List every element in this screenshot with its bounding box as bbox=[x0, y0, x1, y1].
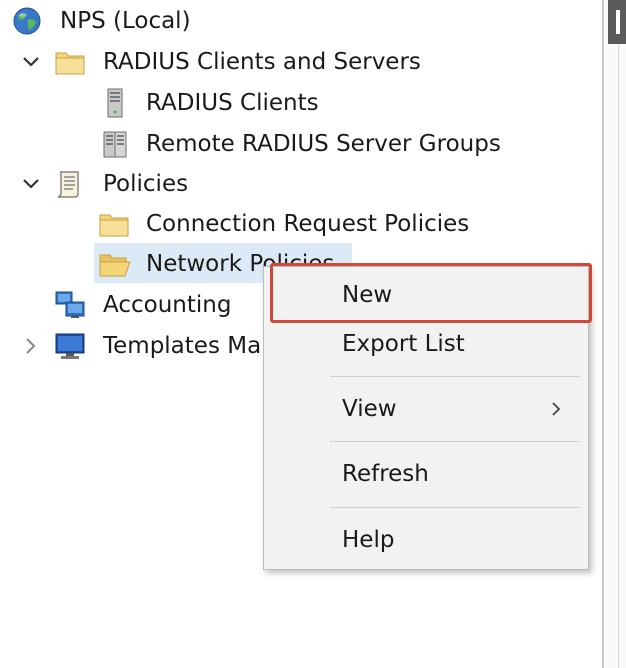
tree-node-label: Templates Management bbox=[103, 333, 262, 359]
menu-item-view[interactable]: View bbox=[264, 389, 588, 429]
tree-node-label: RADIUS Clients bbox=[146, 90, 319, 116]
chevron-down-icon[interactable] bbox=[20, 51, 42, 73]
tree-node-radius-clients[interactable]: RADIUS Clients bbox=[0, 86, 340, 120]
tree-node-label: Connection Request Policies bbox=[146, 211, 470, 237]
chevron-right-icon bbox=[550, 389, 562, 443]
tree-node-radius-clients-and-servers[interactable]: RADIUS Clients and Servers bbox=[0, 45, 440, 79]
folder-icon bbox=[98, 209, 129, 239]
folder-icon bbox=[54, 47, 85, 77]
menu-item-label: Help bbox=[342, 527, 395, 553]
tree-node-label: Remote RADIUS Server Groups bbox=[146, 131, 501, 157]
globe-icon bbox=[12, 6, 42, 36]
open-folder-icon bbox=[98, 249, 131, 279]
pane-divider bbox=[618, 44, 619, 668]
details-pane-header bbox=[608, 0, 626, 44]
tree-node-connection-request-policies[interactable]: Connection Request Policies bbox=[0, 207, 500, 241]
tree-node-label: Accounting bbox=[103, 292, 232, 318]
tree-node-label: RADIUS Clients and Servers bbox=[103, 49, 421, 75]
chevron-down-icon[interactable] bbox=[20, 173, 42, 195]
accounting-icon bbox=[54, 290, 85, 320]
policies-icon bbox=[54, 169, 84, 199]
tree-node-policies[interactable]: Policies bbox=[0, 167, 260, 201]
tree-node-accounting[interactable]: Accounting bbox=[0, 288, 262, 322]
menu-separator bbox=[330, 507, 580, 508]
menu-item-refresh[interactable]: Refresh bbox=[264, 454, 588, 494]
server-icon bbox=[100, 88, 130, 118]
menu-item-label: Export List bbox=[342, 331, 465, 357]
annotation-highlight-box bbox=[270, 263, 592, 323]
tree-node-templates-management[interactable]: Templates Management bbox=[0, 329, 262, 363]
monitor-icon bbox=[54, 331, 85, 361]
tree-node-remote-radius-server-groups[interactable]: Remote RADIUS Server Groups bbox=[0, 127, 520, 161]
menu-separator bbox=[330, 376, 580, 377]
server-group-icon bbox=[100, 129, 130, 159]
menu-separator bbox=[330, 441, 580, 442]
menu-item-label: View bbox=[342, 396, 397, 422]
details-pane bbox=[602, 0, 626, 668]
menu-item-label: Refresh bbox=[342, 461, 429, 487]
menu-item-help[interactable]: Help bbox=[264, 520, 588, 560]
tree-node-label: NPS (Local) bbox=[60, 8, 191, 34]
tree-node-label: Policies bbox=[103, 171, 189, 197]
tree-node-nps-local[interactable]: NPS (Local) bbox=[0, 4, 260, 38]
menu-item-export-list[interactable]: Export List bbox=[264, 324, 588, 364]
chevron-right-icon[interactable] bbox=[20, 335, 42, 357]
